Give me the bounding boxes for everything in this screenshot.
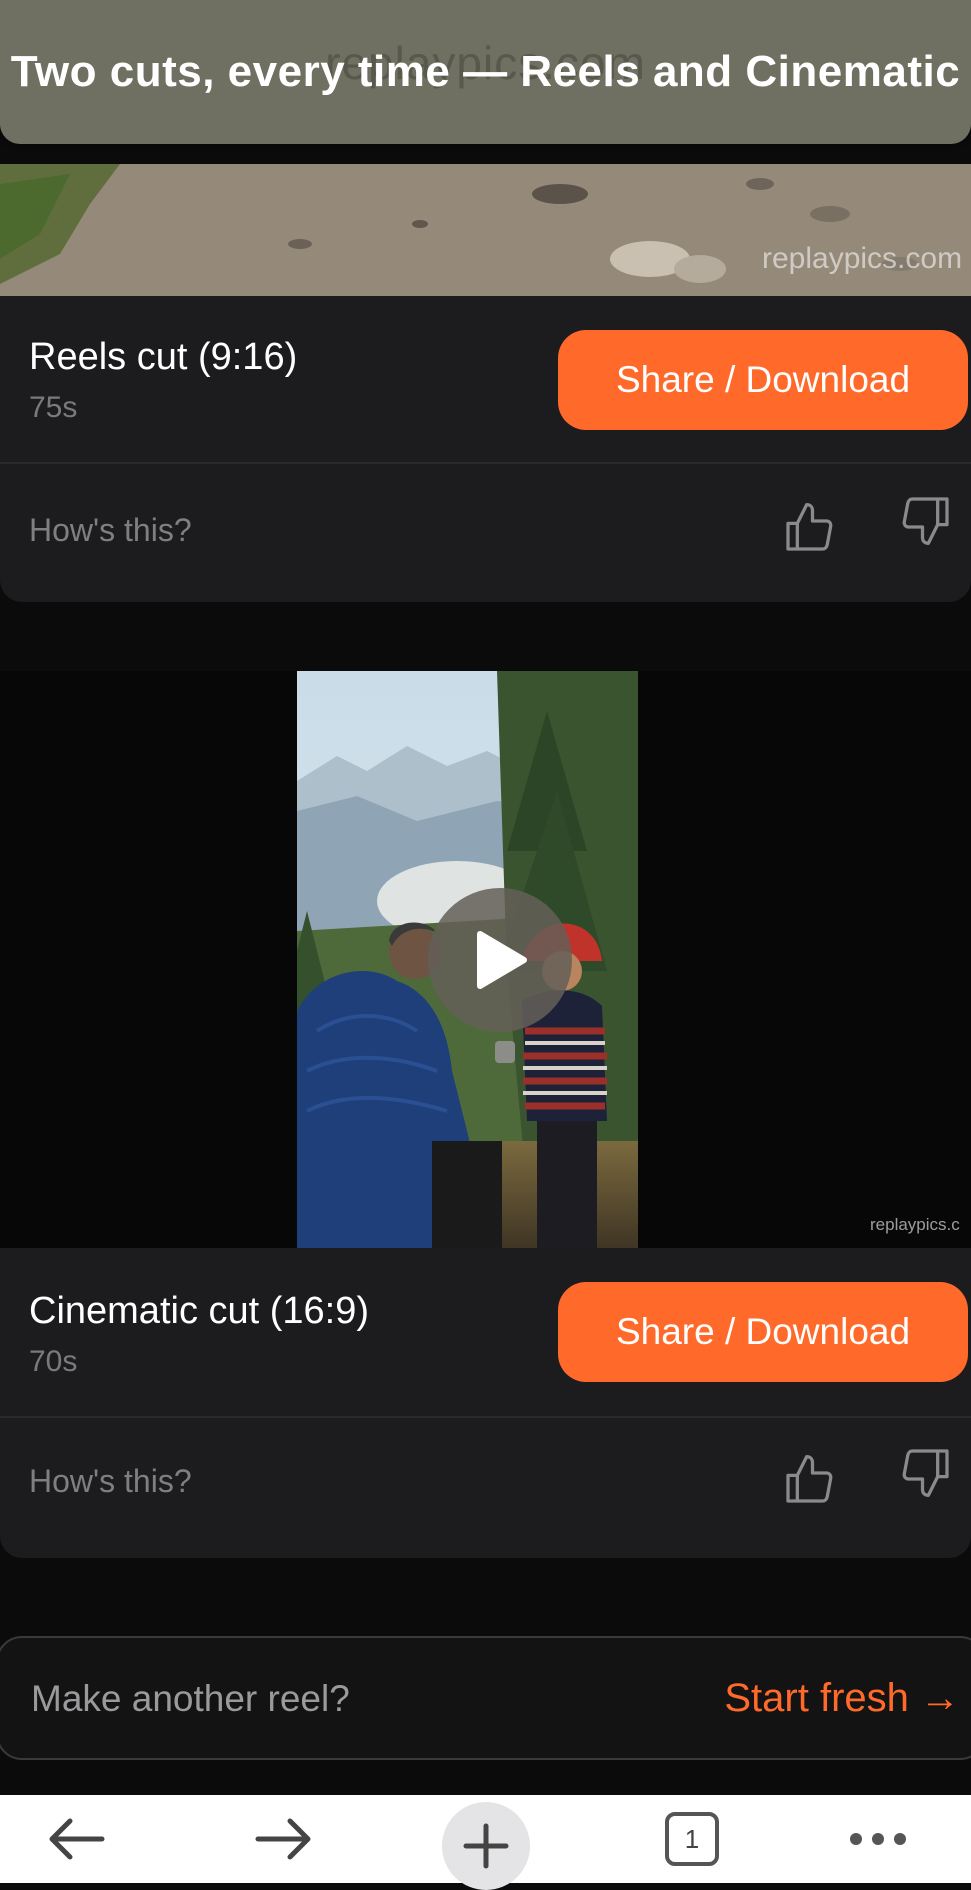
share-download-button[interactable]: Share / Download: [558, 330, 968, 430]
arrow-left-icon: [49, 1818, 105, 1860]
tab-count-badge: 1: [665, 1812, 719, 1866]
cut-duration: 75s: [29, 391, 78, 424]
back-button[interactable]: [36, 1795, 116, 1883]
trail-image: [0, 164, 971, 296]
forward-button[interactable]: [244, 1795, 324, 1883]
plus-icon: [463, 1823, 509, 1869]
cinematic-cut-card: Cinematic cut (16:9) 70s Share / Downloa…: [0, 1248, 971, 1558]
thumbs-up-icon[interactable]: [781, 500, 837, 556]
arrow-right-icon: [255, 1818, 311, 1860]
thumbs-down-icon[interactable]: [898, 492, 954, 548]
more-dots-icon: [850, 1833, 906, 1845]
player-watermark: replaypics.c: [870, 1215, 960, 1234]
promo-banner: replaypics.com Two cuts, every time — Re…: [0, 0, 971, 144]
new-tab-button[interactable]: [442, 1795, 530, 1890]
thumbs-up-icon[interactable]: [781, 1452, 837, 1508]
start-fresh-link[interactable]: Start fresh →: [724, 1676, 960, 1721]
tabs-button[interactable]: 1: [660, 1795, 724, 1883]
make-another-reel-bar: Make another reel? Start fresh →: [0, 1636, 971, 1760]
thumbs-down-icon[interactable]: [898, 1444, 954, 1500]
play-icon: [477, 931, 527, 989]
page-content: replaypics.com Two cuts, every time — Re…: [0, 0, 971, 1795]
cut-title: Cinematic cut (16:9): [29, 1290, 370, 1332]
cut-title: Reels cut (9:16): [29, 336, 298, 378]
make-another-prompt: Make another reel?: [31, 1678, 350, 1719]
browser-toolbar: 1: [0, 1795, 971, 1890]
share-download-button[interactable]: Share / Download: [558, 1282, 968, 1382]
divider: [0, 1416, 971, 1418]
play-button[interactable]: [428, 888, 572, 1032]
reels-video-preview[interactable]: replaypics.com: [0, 164, 971, 296]
divider: [0, 462, 971, 464]
feedback-prompt: How's this?: [29, 1463, 192, 1499]
feedback-prompt: How's this?: [29, 512, 192, 548]
watermark: replaypics.com: [762, 242, 963, 275]
reels-cut-card: Reels cut (9:16) 75s Share / Download Ho…: [0, 296, 971, 602]
banner-title: Two cuts, every time — Reels and Cinemat…: [10, 47, 961, 96]
new-tab-circle: [442, 1802, 530, 1890]
more-menu-button[interactable]: [842, 1795, 914, 1883]
cut-duration: 70s: [29, 1345, 78, 1378]
